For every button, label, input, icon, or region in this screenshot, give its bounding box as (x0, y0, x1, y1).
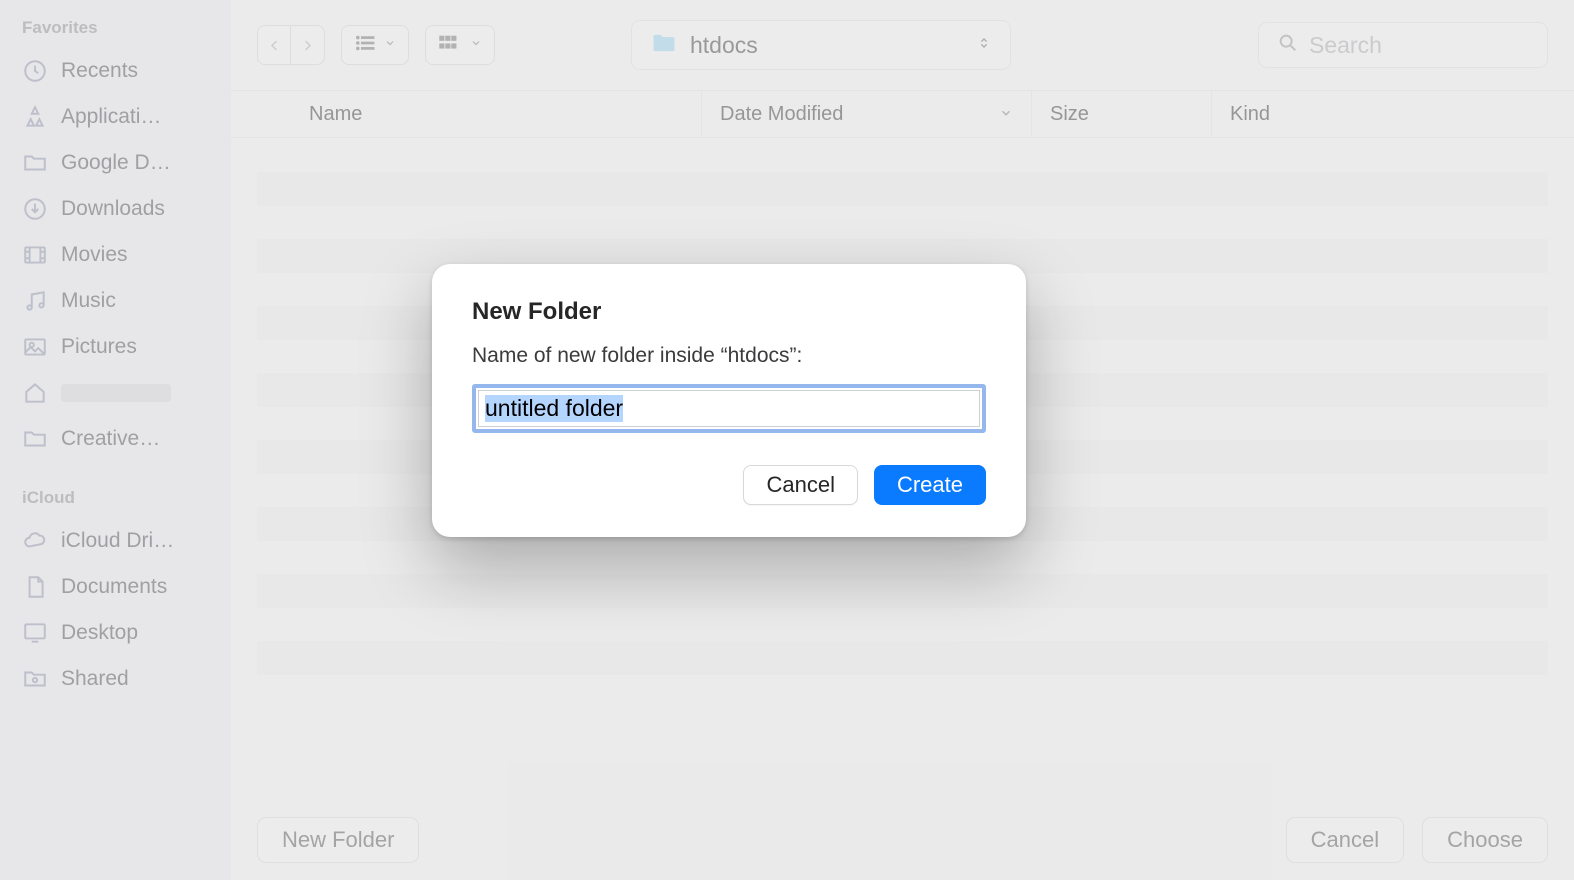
chevron-down-icon (999, 103, 1013, 126)
column-header-date-modified[interactable]: Date Modified (701, 91, 1031, 137)
clock-icon (22, 58, 48, 84)
music-icon (22, 288, 48, 314)
list-view-button[interactable] (341, 25, 409, 65)
grid-icon (438, 34, 462, 57)
folder-name-input[interactable] (478, 390, 980, 427)
search-field[interactable]: Search (1258, 22, 1548, 68)
search-icon (1277, 32, 1299, 59)
download-icon (22, 196, 48, 222)
sidebar-item-desktop[interactable]: Desktop (0, 610, 231, 656)
column-header-label: Size (1050, 103, 1089, 126)
button-label: Choose (1447, 827, 1523, 853)
chevron-down-icon (384, 36, 396, 54)
new-folder-button[interactable]: New Folder (257, 817, 419, 863)
column-header-label: Kind (1230, 103, 1270, 126)
sidebar-item-label: Google D… (61, 151, 171, 175)
sidebar-item-label: Creative… (61, 427, 160, 451)
folder-name-input-wrap (472, 384, 986, 433)
sidebar-item-documents[interactable]: Documents (0, 564, 231, 610)
sidebar-item-shared[interactable]: Shared (0, 656, 231, 702)
button-label: Cancel (1311, 827, 1379, 853)
folder-icon (650, 29, 678, 62)
sidebar-item-applications[interactable]: Applicati… (0, 94, 231, 140)
column-header-label: Name (309, 103, 362, 126)
movies-icon (22, 242, 48, 268)
sidebar-header-icloud: iCloud (0, 488, 231, 518)
column-header-size[interactable]: Size (1031, 91, 1211, 137)
sidebar-item-label: Downloads (61, 197, 165, 221)
forward-button[interactable] (291, 25, 325, 65)
sidebar-item-google-drive[interactable]: Google D… (0, 140, 231, 186)
shared-folder-icon (22, 666, 48, 692)
column-header-kind[interactable]: Kind (1211, 91, 1574, 137)
cloud-icon (22, 528, 48, 554)
sidebar-item-label: Movies (61, 243, 128, 267)
dialog-cancel-button[interactable]: Cancel (743, 465, 857, 505)
choose-button[interactable]: Choose (1422, 817, 1548, 863)
sidebar-item-home[interactable] (0, 370, 231, 416)
dialog-actions: Cancel Create (472, 465, 986, 505)
search-placeholder: Search (1309, 32, 1382, 59)
toolbar: htdocs Search (231, 0, 1574, 90)
nav-buttons (257, 25, 325, 65)
updown-chevron-icon (976, 34, 992, 57)
sidebar-item-pictures[interactable]: Pictures (0, 324, 231, 370)
sidebar-item-creative[interactable]: Creative… (0, 416, 231, 462)
applications-icon (22, 104, 48, 130)
sidebar-item-label: Desktop (61, 621, 138, 645)
column-header-name[interactable]: Name (231, 91, 701, 137)
sidebar-item-movies[interactable]: Movies (0, 232, 231, 278)
sidebar-item-music[interactable]: Music (0, 278, 231, 324)
folder-icon (22, 150, 48, 176)
button-label: Create (897, 472, 963, 498)
sidebar-item-label: iCloud Dri… (61, 529, 174, 553)
group-view-button[interactable] (425, 25, 495, 65)
dialog-title: New Folder (472, 298, 986, 326)
column-header-label: Date Modified (720, 103, 843, 126)
chevron-down-icon (470, 36, 482, 54)
button-label: Cancel (766, 472, 834, 498)
current-folder-name: htdocs (690, 32, 964, 59)
current-folder-dropdown[interactable]: htdocs (631, 20, 1011, 70)
sidebar-item-recents[interactable]: Recents (0, 48, 231, 94)
sidebar-item-label: Shared (61, 667, 129, 691)
dialog-create-button[interactable]: Create (874, 465, 986, 505)
button-label: New Folder (282, 827, 394, 853)
bottom-bar: New Folder Cancel Choose (231, 800, 1574, 880)
back-button[interactable] (257, 25, 291, 65)
dialog-subtitle: Name of new folder inside “htdocs”: (472, 344, 986, 368)
new-folder-dialog: New Folder Name of new folder inside “ht… (432, 264, 1026, 537)
sidebar-item-downloads[interactable]: Downloads (0, 186, 231, 232)
sidebar: Favorites Recents Applicati… Google D… D… (0, 0, 231, 880)
list-row-stripe (257, 574, 1548, 608)
cancel-button[interactable]: Cancel (1286, 817, 1404, 863)
list-icon (354, 34, 376, 57)
list-row-stripe (257, 641, 1548, 675)
folder-icon (22, 426, 48, 452)
sidebar-item-label: Applicati… (61, 105, 161, 129)
home-icon (22, 380, 48, 406)
sidebar-item-label: Music (61, 289, 116, 313)
sidebar-header-favorites: Favorites (0, 18, 231, 48)
pictures-icon (22, 334, 48, 360)
document-icon (22, 574, 48, 600)
column-headers: Name Date Modified Size Kind (231, 90, 1574, 138)
sidebar-item-label-redacted (61, 384, 171, 402)
sidebar-item-label: Recents (61, 59, 138, 83)
sidebar-item-icloud-drive[interactable]: iCloud Dri… (0, 518, 231, 564)
desktop-icon (22, 620, 48, 646)
list-row-stripe (257, 172, 1548, 206)
sidebar-item-label: Pictures (61, 335, 137, 359)
sidebar-item-label: Documents (61, 575, 167, 599)
